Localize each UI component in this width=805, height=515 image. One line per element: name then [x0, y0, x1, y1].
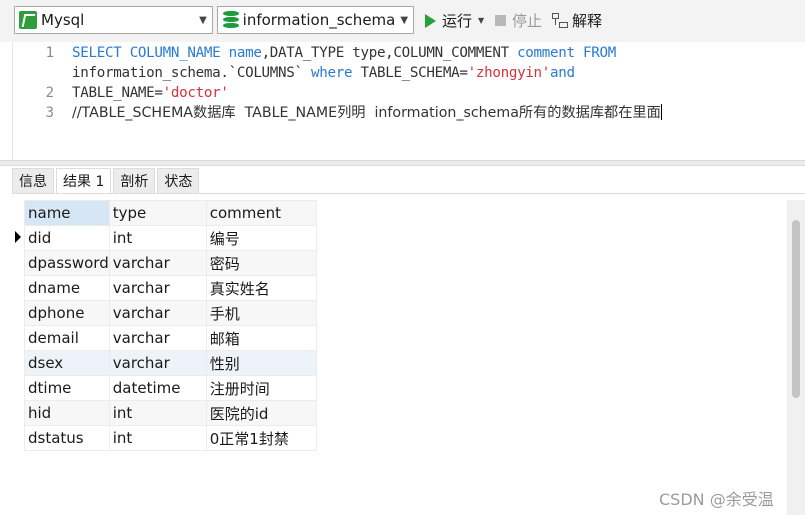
- connection-select[interactable]: Mysql ▼: [14, 6, 213, 34]
- code-line-2: TABLE_NAME='doctor': [72, 85, 229, 101]
- result-grid: name type comment did int 编号 dpassword varc…: [24, 200, 317, 451]
- database-select[interactable]: information_schema ▼: [217, 6, 414, 34]
- column-header-name[interactable]: name: [24, 200, 110, 226]
- mysql-connection-icon: [19, 11, 37, 29]
- scrollbar-thumb[interactable]: [792, 220, 800, 398]
- cell-name[interactable]: dtime: [24, 375, 110, 401]
- sql-editor[interactable]: 1 2 3 SELECT COLUMN_NAME name,DATA_TYPE …: [12, 42, 805, 160]
- cell-type[interactable]: varchar: [108, 300, 207, 326]
- chevron-down-icon: ▼: [199, 14, 207, 26]
- tab-underline: [12, 193, 805, 194]
- table-row[interactable]: did int 编号: [24, 225, 317, 251]
- table-row[interactable]: dstatus int 0正常1封禁: [24, 425, 317, 451]
- database-label: information_schema: [242, 11, 396, 29]
- cell-type[interactable]: int: [108, 400, 207, 426]
- cell-comment[interactable]: 0正常1封禁: [205, 425, 317, 451]
- run-label: 运行: [442, 12, 473, 30]
- line-number: 1: [45, 45, 54, 61]
- cell-type[interactable]: datetime: [108, 375, 207, 401]
- tab-info[interactable]: 信息: [12, 168, 54, 194]
- result-tabs: 信息 结果 1 剖析 状态: [12, 168, 201, 194]
- cell-comment[interactable]: 邮箱: [205, 325, 317, 351]
- cell-name[interactable]: dstatus: [24, 425, 110, 451]
- cell-name[interactable]: did: [24, 225, 110, 251]
- cell-comment[interactable]: 编号: [205, 225, 317, 251]
- cell-name[interactable]: dphone: [24, 300, 110, 326]
- code-line-1b: information_schema.`COLUMNS` where TABLE…: [72, 65, 575, 81]
- cell-type[interactable]: varchar: [108, 325, 207, 351]
- table-row[interactable]: demail varchar 邮箱: [24, 325, 317, 351]
- cell-name[interactable]: hid: [24, 400, 110, 426]
- stop-label: 停止: [512, 12, 543, 30]
- cell-name[interactable]: dpassword: [24, 250, 110, 276]
- tab-profile[interactable]: 剖析: [113, 168, 156, 194]
- editor-results-splitter[interactable]: [0, 160, 805, 166]
- cell-type[interactable]: int: [108, 225, 207, 251]
- table-row[interactable]: dsex varchar 性别: [24, 350, 317, 376]
- gutter-divider: [12, 42, 13, 160]
- code-line-1a: SELECT COLUMN_NAME name,DATA_TYPE type,C…: [72, 45, 616, 61]
- cell-name[interactable]: demail: [24, 325, 110, 351]
- play-icon: [425, 13, 436, 28]
- tab-status[interactable]: 状态: [157, 168, 200, 194]
- stop-icon: [495, 15, 506, 26]
- toolbar: Mysql ▼ information_schema ▼ 运行 ▼ 停止 解释: [0, 0, 805, 42]
- table-row[interactable]: dname varchar 真实姓名: [24, 275, 317, 301]
- column-header-comment[interactable]: comment: [205, 200, 317, 226]
- tab-result-1[interactable]: 结果 1: [56, 168, 112, 194]
- cell-type[interactable]: varchar: [108, 275, 207, 301]
- run-button[interactable]: 运行 ▼: [425, 10, 484, 31]
- chevron-down-icon: ▼: [400, 14, 409, 26]
- cell-comment[interactable]: 医院的id: [205, 400, 317, 426]
- table-row[interactable]: hid int 医院的id: [24, 400, 317, 426]
- current-row-indicator-icon: [15, 231, 21, 243]
- cell-name[interactable]: dname: [24, 275, 110, 301]
- explain-icon: [552, 12, 568, 29]
- cell-comment[interactable]: 注册时间: [205, 375, 317, 401]
- text-caret: [660, 104, 662, 120]
- cell-type[interactable]: int: [108, 425, 207, 451]
- line-number: 2: [45, 85, 54, 101]
- connection-label: Mysql: [41, 11, 85, 29]
- database-icon: [223, 11, 239, 29]
- explain-button[interactable]: 解释: [552, 10, 602, 31]
- run-dropdown-icon[interactable]: ▼: [478, 16, 484, 25]
- line-number: 3: [45, 105, 54, 121]
- cell-comment[interactable]: 手机: [205, 300, 317, 326]
- grid-header-row: name type comment: [24, 200, 317, 226]
- table-row[interactable]: dphone varchar 手机: [24, 300, 317, 326]
- code-line-3: //TABLE_SCHEMA数据库 TABLE_NAME列明 informati…: [72, 104, 662, 121]
- column-header-type[interactable]: type: [108, 200, 207, 226]
- cell-comment[interactable]: 真实姓名: [205, 275, 317, 301]
- explain-label: 解释: [572, 12, 603, 30]
- cell-name[interactable]: dsex: [24, 350, 110, 376]
- cell-type[interactable]: varchar: [108, 350, 207, 376]
- cell-comment[interactable]: 密码: [205, 250, 317, 276]
- cell-comment[interactable]: 性别: [205, 350, 317, 376]
- watermark: CSDN @余受温: [659, 490, 774, 509]
- stop-button[interactable]: 停止: [495, 10, 542, 31]
- table-row[interactable]: dpassword varchar 密码: [24, 250, 317, 276]
- cell-type[interactable]: varchar: [108, 250, 207, 276]
- table-row[interactable]: dtime datetime 注册时间: [24, 375, 317, 401]
